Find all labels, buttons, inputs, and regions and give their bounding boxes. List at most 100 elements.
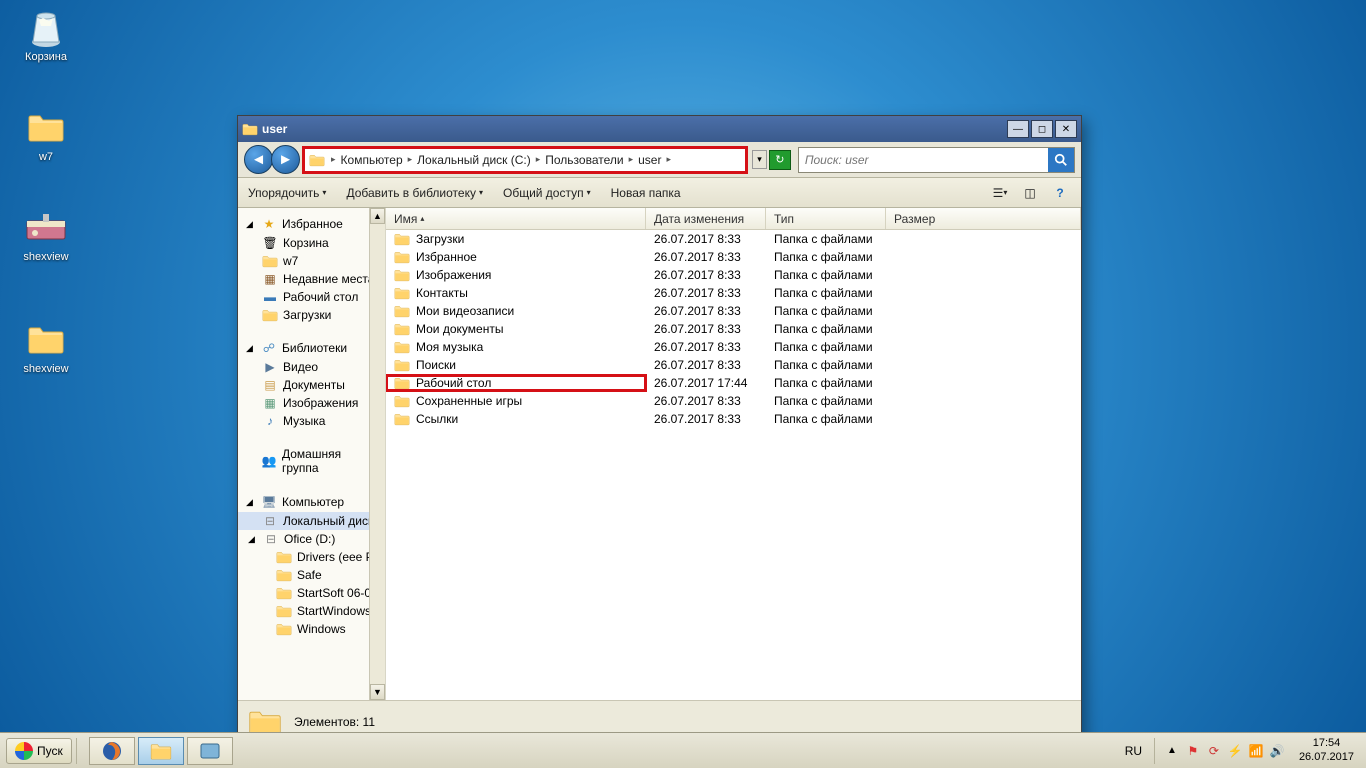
nav-item[interactable]: ▶Видео: [238, 358, 385, 376]
address-dropdown[interactable]: ▾: [752, 150, 767, 169]
breadcrumb-segment[interactable]: Компьютер: [338, 153, 406, 167]
include-library-button[interactable]: Добавить в библиотеку▾: [346, 186, 483, 200]
new-folder-button[interactable]: Новая папка: [611, 186, 681, 200]
column-type[interactable]: Тип: [766, 208, 886, 229]
column-name[interactable]: Имя▴: [386, 208, 646, 229]
file-row[interactable]: Избранное26.07.2017 8:33Папка с файлами: [386, 248, 1081, 266]
organize-button[interactable]: Упорядочить▾: [248, 186, 326, 200]
file-row[interactable]: Моя музыка26.07.2017 8:33Папка с файлами: [386, 338, 1081, 356]
tray-power-icon[interactable]: ⚡: [1227, 743, 1243, 759]
file-row[interactable]: Поиски26.07.2017 8:33Папка с файлами: [386, 356, 1081, 374]
taskbar-app-firefox[interactable]: [89, 737, 135, 765]
folder-icon: [394, 250, 410, 264]
chevron-right-icon[interactable]: ▸: [406, 154, 415, 165]
address-bar[interactable]: ▸ Компьютер ▸ Локальный диск (C:) ▸ Поль…: [302, 146, 748, 174]
refresh-button[interactable]: ↻: [769, 150, 791, 170]
nav-item[interactable]: ▦Недавние места: [238, 270, 385, 288]
scroll-down-icon[interactable]: ▼: [370, 684, 385, 700]
preview-pane-button[interactable]: ◫: [1019, 184, 1041, 202]
tray-sync-icon[interactable]: ⟳: [1206, 743, 1222, 759]
forward-button[interactable]: ►: [271, 145, 300, 174]
nav-item[interactable]: ▬Рабочий стол: [238, 288, 385, 306]
search-button[interactable]: [1048, 148, 1074, 172]
start-button[interactable]: Пуск: [6, 738, 72, 764]
back-button[interactable]: ◄: [244, 145, 273, 174]
file-name: Мои видеозаписи: [416, 304, 514, 318]
file-row[interactable]: Ссылки26.07.2017 8:33Папка с файлами: [386, 410, 1081, 428]
file-row[interactable]: Рабочий стол26.07.2017 17:44Папка с файл…: [386, 374, 1081, 392]
library-icon: ☍: [261, 341, 277, 355]
titlebar[interactable]: user — ◻ ✕: [238, 116, 1081, 142]
taskbar-app[interactable]: [187, 737, 233, 765]
nav-item[interactable]: StartSoft 06-06-: [238, 584, 385, 602]
desktop-icon-folder-shexview[interactable]: shexview: [10, 318, 82, 375]
folder-icon: [394, 304, 410, 318]
view-button[interactable]: ☰▾: [989, 184, 1011, 202]
search-input[interactable]: [799, 148, 1048, 172]
desktop-icon-recycle-bin[interactable]: Корзина: [10, 6, 82, 63]
scroll-up-icon[interactable]: ▲: [370, 208, 385, 224]
taskbar-clock[interactable]: 17:54 26.07.2017: [1293, 737, 1360, 763]
tray-network-icon[interactable]: 📶: [1248, 743, 1264, 759]
nav-item[interactable]: ▤Документы: [238, 376, 385, 394]
nav-item-drive-c[interactable]: ⊟Локальный диск (: [238, 512, 385, 530]
desktop-icon-label: shexview: [10, 251, 82, 263]
nav-item[interactable]: ♪Музыка: [238, 412, 385, 430]
taskbar-app-explorer[interactable]: [138, 737, 184, 765]
nav-item[interactable]: 🗑Корзина: [238, 234, 385, 252]
desktop-icon-label: shexview: [10, 363, 82, 375]
nav-libraries[interactable]: ◢☍Библиотеки: [238, 338, 385, 358]
file-date: 26.07.2017 8:33: [646, 267, 766, 283]
share-button[interactable]: Общий доступ▾: [503, 186, 591, 200]
tray-flag-icon[interactable]: ⚑: [1185, 743, 1201, 759]
breadcrumb-segment[interactable]: Пользователи: [542, 153, 626, 167]
search-box[interactable]: [798, 147, 1075, 173]
language-indicator[interactable]: RU: [1125, 744, 1142, 758]
chevron-right-icon[interactable]: ▸: [664, 154, 673, 165]
file-row[interactable]: Сохраненные игры26.07.2017 8:33Папка с ф…: [386, 392, 1081, 410]
minimize-button[interactable]: —: [1007, 120, 1029, 138]
breadcrumb-segment[interactable]: Локальный диск (C:): [414, 153, 534, 167]
chevron-right-icon[interactable]: ▸: [627, 154, 636, 165]
desktop-icon-label: Корзина: [10, 51, 82, 63]
tray-volume-icon[interactable]: 🔊: [1269, 743, 1285, 759]
nav-homegroup[interactable]: 👥Домашняя группа: [238, 444, 385, 478]
nav-computer[interactable]: ◢🖥Компьютер: [238, 492, 385, 512]
folder-icon: [276, 568, 292, 582]
file-name: Моя музыка: [416, 340, 483, 354]
status-text: Элементов: 11: [294, 715, 375, 729]
chevron-right-icon[interactable]: ▸: [329, 154, 338, 165]
nav-scrollbar[interactable]: ▲ ▼: [369, 208, 385, 700]
close-button[interactable]: ✕: [1055, 120, 1077, 138]
nav-item[interactable]: ▦Изображения: [238, 394, 385, 412]
file-row[interactable]: Загрузки26.07.2017 8:33Папка с файлами: [386, 230, 1081, 248]
breadcrumb-segment[interactable]: user: [635, 153, 664, 167]
nav-item[interactable]: Drivers (eee PC: [238, 548, 385, 566]
folder-icon: [394, 394, 410, 408]
nav-item[interactable]: StartWindows: [238, 602, 385, 620]
desktop-icon-folder-w7[interactable]: w7: [10, 106, 82, 163]
nav-item[interactable]: Windows: [238, 620, 385, 638]
pictures-icon: ▦: [262, 396, 278, 410]
file-row[interactable]: Изображения26.07.2017 8:33Папка с файлам…: [386, 266, 1081, 284]
file-name: Сохраненные игры: [416, 394, 522, 408]
column-size[interactable]: Размер: [886, 208, 1081, 229]
column-date[interactable]: Дата изменения: [646, 208, 766, 229]
file-name: Загрузки: [416, 232, 464, 246]
file-row[interactable]: Мои видеозаписи26.07.2017 8:33Папка с фа…: [386, 302, 1081, 320]
nav-favorites[interactable]: ◢★Избранное: [238, 214, 385, 234]
help-button[interactable]: ?: [1049, 184, 1071, 202]
file-row[interactable]: Контакты26.07.2017 8:33Папка с файлами: [386, 284, 1081, 302]
computer-icon: 🖥: [261, 495, 277, 509]
file-row[interactable]: Мои документы26.07.2017 8:33Папка с файл…: [386, 320, 1081, 338]
nav-item[interactable]: Загрузки: [238, 306, 385, 324]
tray-overflow-icon[interactable]: ▲: [1167, 745, 1177, 756]
taskbar: Пуск RU ▲ ⚑ ⟳ ⚡ 📶 🔊 17:54 26.07.2017: [0, 732, 1366, 768]
file-date: 26.07.2017 8:33: [646, 411, 766, 427]
nav-item-drive-d[interactable]: ◢⊟Ofice (D:): [238, 530, 385, 548]
nav-item[interactable]: Safe: [238, 566, 385, 584]
chevron-right-icon[interactable]: ▸: [534, 154, 543, 165]
desktop-icon-shexview[interactable]: shexview: [10, 206, 82, 263]
nav-item[interactable]: w7: [238, 252, 385, 270]
maximize-button[interactable]: ◻: [1031, 120, 1053, 138]
